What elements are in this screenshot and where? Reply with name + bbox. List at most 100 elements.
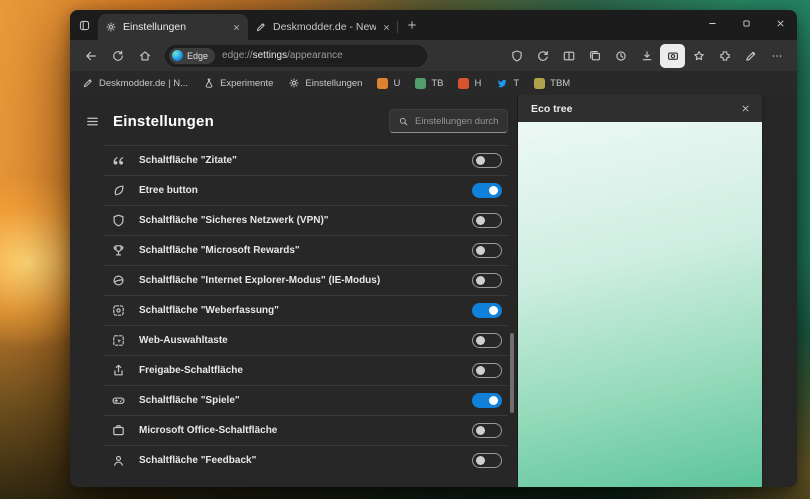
maximize-button[interactable]: [729, 10, 763, 36]
setting-label: Microsoft Office-Schaltfläche: [139, 425, 278, 436]
setting-label: Schaltfläche "Sicheres Netzwerk (VPN)": [139, 215, 329, 226]
toggle-switch[interactable]: [472, 423, 502, 438]
home-icon[interactable]: [132, 44, 157, 68]
screenshot-icon[interactable]: [660, 43, 685, 68]
toggle-switch[interactable]: [472, 273, 502, 288]
setting-row: Schaltfläche "Spiele": [103, 385, 508, 415]
setting-row: Schaltfläche "Weberfassung": [103, 295, 508, 325]
setting-label: Schaltfläche "Feedback": [139, 455, 257, 466]
setting-row: Schaltfläche "Feedback": [103, 445, 508, 475]
favorite-item[interactable]: U: [377, 77, 401, 89]
favorite-label: Experimente: [220, 77, 274, 89]
ie-icon: [111, 273, 126, 288]
favorite-label: T: [513, 77, 520, 89]
toggle-switch[interactable]: [472, 213, 502, 228]
favorite-label: TBM: [550, 77, 571, 89]
toolbar-buttons: [504, 43, 789, 68]
toggle-switch[interactable]: [472, 243, 502, 258]
setting-row: Microsoft Office-Schaltfläche: [103, 415, 508, 445]
panel-header: Eco tree: [518, 95, 762, 122]
address-bar[interactable]: Edge edge://settings/appearance: [165, 44, 427, 67]
gear-icon: [105, 21, 117, 33]
favicon: [458, 77, 470, 89]
close-window-button[interactable]: [763, 10, 797, 36]
toggle-switch[interactable]: [472, 453, 502, 468]
setting-row: Etree button: [103, 175, 508, 205]
toggle-switch[interactable]: [472, 393, 502, 408]
scrollbar[interactable]: [510, 135, 515, 483]
pen-icon[interactable]: [738, 44, 763, 68]
sync-icon[interactable]: [530, 44, 555, 68]
site-info-badge[interactable]: Edge: [169, 47, 216, 64]
toggle-switch[interactable]: [472, 153, 502, 168]
toggle-switch[interactable]: [472, 183, 502, 198]
setting-label: Web-Auswahltaste: [139, 335, 228, 346]
extensions-icon[interactable]: [712, 44, 737, 68]
leaf-icon: [111, 183, 126, 198]
toggle-knob: [476, 456, 485, 465]
setting-label: Schaltfläche "Zitate": [139, 155, 237, 166]
toggle-switch[interactable]: [472, 333, 502, 348]
close-tab-icon[interactable]: [382, 23, 391, 32]
more-icon[interactable]: [764, 44, 789, 68]
toggle-switch[interactable]: [472, 303, 502, 318]
setting-label: Schaltfläche "Microsoft Rewards": [139, 245, 300, 256]
scrollbar-thumb[interactable]: [510, 333, 514, 414]
favorite-item[interactable]: Experimente: [203, 77, 273, 89]
new-tab-button[interactable]: [406, 19, 418, 31]
collections-icon[interactable]: [582, 44, 607, 68]
browser-toolbar: Edge edge://settings/appearance: [70, 40, 797, 71]
favorite-item[interactable]: TB: [415, 77, 444, 89]
toggle-knob: [476, 216, 485, 225]
favorite-item[interactable]: H: [458, 77, 481, 89]
split-icon[interactable]: [556, 44, 581, 68]
toggle-switch[interactable]: [472, 363, 502, 378]
toggle-knob: [476, 276, 485, 285]
star-icon[interactable]: [686, 44, 711, 68]
minimize-button[interactable]: [695, 10, 729, 36]
back-icon[interactable]: [78, 44, 103, 68]
tab-deskmodder[interactable]: Deskmodder.de - News zum Th...: [248, 14, 398, 40]
toggle-knob: [489, 306, 498, 315]
ecotree-content: [518, 122, 762, 487]
toggle-knob: [489, 396, 498, 405]
toggle-knob: [476, 336, 485, 345]
close-panel-icon[interactable]: [740, 103, 751, 114]
favorite-label: Einstellungen: [305, 77, 363, 89]
settings-list: Schaltfläche "Zitate" Etree button Schal…: [103, 145, 508, 475]
toggle-knob: [489, 186, 498, 195]
capture-icon: [111, 303, 126, 318]
flask-icon: [203, 77, 215, 89]
toggle-knob: [476, 246, 485, 255]
favicon: [415, 77, 427, 89]
menu-icon[interactable]: [85, 114, 100, 129]
toggle-knob: [476, 366, 485, 375]
url-text: edge://settings/appearance: [222, 50, 343, 61]
bird-icon: [496, 77, 508, 89]
favorite-item[interactable]: Deskmodder.de | N...: [82, 77, 188, 89]
share-icon: [111, 363, 126, 378]
history-icon[interactable]: [608, 44, 633, 68]
tab-actions-icon[interactable]: [78, 19, 91, 32]
close-tab-icon[interactable]: [232, 23, 241, 32]
downloads-icon[interactable]: [634, 44, 659, 68]
shield-icon[interactable]: [504, 44, 529, 68]
browser-window: Einstellungen Deskmodder.de - News zum T…: [70, 10, 797, 487]
favorite-label: TB: [431, 77, 444, 89]
search-placeholder: Einstellungen durchsuc...: [415, 115, 499, 127]
page-title: Einstellungen: [113, 112, 214, 130]
settings-search-input[interactable]: Einstellungen durchsuc...: [389, 109, 508, 133]
setting-label: Freigabe-Schaltfläche: [139, 365, 243, 376]
tab-bar: Einstellungen Deskmodder.de - News zum T…: [70, 10, 797, 40]
refresh-icon[interactable]: [105, 44, 130, 68]
favorite-label: U: [393, 77, 401, 89]
favicon: [534, 77, 546, 89]
favorite-item[interactable]: TBM: [534, 77, 571, 89]
tab-title: Einstellungen: [123, 21, 187, 33]
favorite-item[interactable]: T: [496, 77, 519, 89]
favorite-item[interactable]: Einstellungen: [288, 77, 362, 89]
setting-row: Freigabe-Schaltfläche: [103, 355, 508, 385]
ecotree-panel: Eco tree: [517, 95, 762, 487]
tab-einstellungen[interactable]: Einstellungen: [98, 14, 248, 40]
feedback-icon: [111, 453, 126, 468]
